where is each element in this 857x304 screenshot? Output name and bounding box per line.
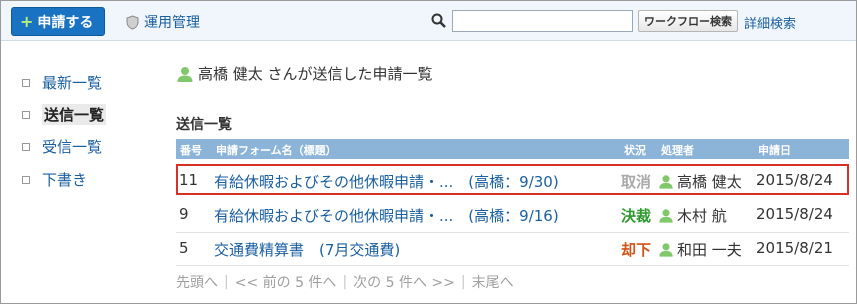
col-handler: 処理者 bbox=[661, 144, 694, 157]
page-title: 高橋 健太 さんが送信した申請一覧 bbox=[176, 63, 433, 84]
sidebar-item-label[interactable]: 下書き bbox=[42, 169, 87, 190]
row-subject-link[interactable]: 交通費精算書 (7月交通費) bbox=[214, 239, 400, 260]
shield-icon bbox=[126, 14, 139, 30]
admin-link[interactable]: 運用管理 bbox=[126, 12, 200, 32]
handler-name: 高橋 健太 bbox=[677, 173, 742, 191]
pager-separator: | bbox=[460, 274, 466, 290]
bullet-icon bbox=[22, 78, 30, 87]
sidebar-item-received[interactable]: 受信一覧 bbox=[22, 136, 102, 157]
admin-link-label: 運用管理 bbox=[144, 15, 200, 31]
table-row[interactable]: 9 有給休暇およびその他休暇申請・... (高橋：9/16) 決裁 木村 航 2… bbox=[176, 199, 849, 230]
user-icon bbox=[659, 175, 673, 189]
handler: 木村 航 bbox=[658, 205, 727, 226]
status-badge: 取消 bbox=[621, 173, 652, 191]
row-subject-link[interactable]: 有給休暇およびその他休暇申請・... (高橋：9/16) bbox=[214, 205, 559, 226]
toolbar: + 申請する 運用管理 ワークフロー検索 詳細検索 bbox=[1, 1, 856, 41]
handler: 和田 一夫 bbox=[658, 239, 742, 260]
search-icon bbox=[431, 13, 446, 28]
workflow-search-button[interactable]: ワークフロー検索 bbox=[638, 10, 738, 32]
row-subject-link[interactable]: 有給休暇およびその他休暇申請・... (高橋：9/30) bbox=[214, 171, 559, 192]
user-icon bbox=[177, 66, 193, 82]
pager-separator: | bbox=[224, 274, 229, 290]
table-header: 番号 申請フォーム名（標題） 状況 処理者 申請日 bbox=[176, 139, 849, 159]
handler-name: 和田 一夫 bbox=[677, 241, 742, 259]
table-row[interactable]: 5 交通費精算書 (7月交通費) 却下 和田 一夫 2015/8/21 bbox=[176, 233, 849, 264]
row-date: 2015/8/24 bbox=[756, 171, 833, 189]
row-number: 9 bbox=[179, 205, 189, 223]
user-icon bbox=[659, 243, 673, 257]
bullet-icon bbox=[22, 110, 30, 119]
search-input[interactable] bbox=[452, 10, 633, 32]
workflow-search-button-label: ワークフロー検索 bbox=[644, 15, 732, 28]
col-form-name: 申請フォーム名（標題） bbox=[216, 144, 337, 157]
pager-prev: << 前の 5 件へ bbox=[234, 275, 337, 291]
pager: 先頭へ | << 前の 5 件へ | 次の 5 件へ >> | 末尾へ bbox=[176, 272, 514, 292]
bullet-icon bbox=[22, 175, 30, 184]
row-divider bbox=[176, 265, 849, 266]
row-number: 5 bbox=[179, 239, 189, 257]
col-date: 申請日 bbox=[758, 144, 791, 157]
sidebar-item-label: 送信一覧 bbox=[42, 104, 107, 125]
handler: 高橋 健太 bbox=[658, 171, 742, 192]
page-title-text: 高橋 健太 さんが送信した申請一覧 bbox=[198, 65, 433, 83]
handler-name: 木村 航 bbox=[677, 207, 727, 225]
bullet-icon bbox=[22, 142, 30, 151]
sidebar-item-label[interactable]: 最新一覧 bbox=[42, 72, 102, 93]
col-status: 状況 bbox=[624, 144, 646, 157]
row-number: 11 bbox=[179, 171, 199, 189]
pager-last: 末尾へ bbox=[471, 275, 514, 291]
pager-next: 次の 5 件へ >> bbox=[353, 275, 455, 291]
user-icon bbox=[659, 209, 673, 223]
row-date: 2015/8/24 bbox=[756, 205, 833, 223]
section-title: 送信一覧 bbox=[176, 117, 232, 133]
status-badge: 却下 bbox=[621, 241, 652, 259]
status-badge: 決裁 bbox=[621, 207, 652, 225]
pager-first: 先頭へ bbox=[176, 275, 218, 291]
apply-button-label: 申請する bbox=[37, 14, 94, 31]
sidebar-item-drafts[interactable]: 下書き bbox=[22, 169, 87, 190]
table-row[interactable]: 11 有給休暇およびその他休暇申請・... (高橋：9/30) 取消 高橋 健太… bbox=[176, 164, 849, 195]
advanced-search-link[interactable]: 詳細検索 bbox=[744, 13, 796, 32]
row-date: 2015/8/21 bbox=[756, 239, 833, 257]
sidebar-item-sent[interactable]: 送信一覧 bbox=[22, 104, 107, 125]
sidebar-item-latest[interactable]: 最新一覧 bbox=[22, 72, 102, 93]
plus-icon: + bbox=[20, 11, 34, 31]
pager-separator: | bbox=[342, 274, 348, 290]
apply-button[interactable]: + 申請する bbox=[11, 7, 105, 36]
sidebar-item-label[interactable]: 受信一覧 bbox=[42, 136, 102, 157]
col-number: 番号 bbox=[180, 144, 202, 157]
